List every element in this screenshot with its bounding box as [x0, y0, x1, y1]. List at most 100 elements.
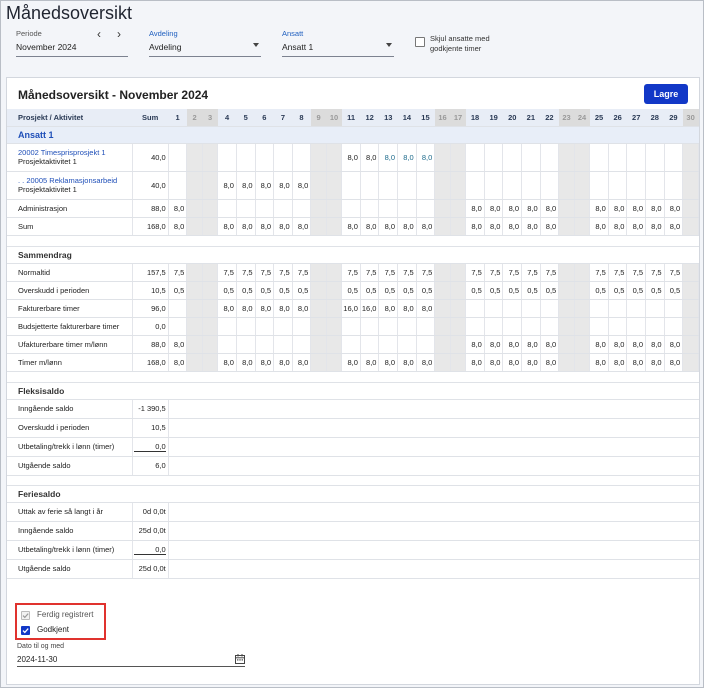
day-cell[interactable]: 7,5 [236, 263, 256, 282]
day-cell[interactable] [416, 317, 436, 336]
day-cell[interactable] [682, 317, 699, 336]
day-cell[interactable]: 8,0 [292, 171, 312, 200]
day-cell[interactable] [217, 143, 237, 172]
day-cell[interactable]: 16,0 [360, 299, 380, 318]
day-cell[interactable] [202, 171, 219, 200]
day-cell[interactable]: 8,0 [416, 353, 436, 372]
day-cell[interactable] [186, 199, 203, 218]
day-cell[interactable] [360, 199, 380, 218]
day-cell[interactable] [540, 143, 560, 172]
day-cell[interactable] [434, 171, 451, 200]
day-cell[interactable] [378, 199, 399, 218]
day-cell[interactable] [360, 335, 380, 354]
day-cell[interactable] [574, 281, 591, 300]
day-cell[interactable]: 7,5 [217, 263, 237, 282]
day-cell[interactable]: 7,5 [465, 263, 485, 282]
day-cell[interactable]: 8,0 [397, 299, 417, 318]
day-cell[interactable] [186, 299, 203, 318]
day-cell[interactable] [574, 353, 591, 372]
day-cell[interactable] [558, 281, 575, 300]
day-cell[interactable] [450, 317, 467, 336]
date-input[interactable]: 2024-11-30 [17, 655, 57, 664]
project-link[interactable]: . . 20005 Reklamasjonsarbeid [18, 176, 132, 185]
day-cell[interactable]: 8,0 [626, 199, 647, 218]
day-cell[interactable] [186, 317, 203, 336]
day-cell[interactable]: 7,5 [292, 263, 312, 282]
day-cell[interactable] [465, 171, 485, 200]
day-cell[interactable] [434, 317, 451, 336]
day-cell[interactable] [217, 317, 237, 336]
day-cell[interactable]: 8,0 [217, 217, 237, 236]
day-cell[interactable] [310, 263, 327, 282]
day-cell[interactable] [682, 171, 699, 200]
day-cell[interactable] [255, 199, 275, 218]
day-cell[interactable] [186, 217, 203, 236]
day-cell[interactable] [168, 143, 188, 172]
day-cell[interactable] [664, 171, 684, 200]
hours-input[interactable]: 0,0 [133, 442, 166, 452]
day-cell[interactable] [682, 263, 699, 282]
day-cell[interactable] [558, 335, 575, 354]
day-cell[interactable] [186, 263, 203, 282]
day-cell[interactable]: 8,0 [397, 143, 417, 172]
day-cell[interactable] [626, 317, 647, 336]
day-cell[interactable] [434, 281, 451, 300]
day-cell[interactable]: 8,0 [484, 335, 504, 354]
day-cell[interactable]: 8,0 [378, 299, 399, 318]
day-cell[interactable]: 8,0 [521, 335, 541, 354]
day-cell[interactable] [341, 335, 361, 354]
day-cell[interactable]: 8,0 [292, 353, 312, 372]
day-cell[interactable]: 8,0 [255, 353, 275, 372]
day-cell[interactable]: 8,0 [397, 217, 417, 236]
day-cell[interactable] [521, 171, 541, 200]
day-cell[interactable]: 8,0 [540, 217, 560, 236]
day-cell[interactable] [558, 263, 575, 282]
day-cell[interactable] [168, 299, 188, 318]
day-cell[interactable]: 8,0 [273, 217, 293, 236]
day-cell[interactable] [502, 299, 523, 318]
day-cell[interactable] [682, 335, 699, 354]
day-cell[interactable]: 8,0 [168, 217, 188, 236]
day-cell[interactable] [574, 335, 591, 354]
day-cell[interactable] [326, 281, 343, 300]
day-cell[interactable]: 8,0 [608, 217, 628, 236]
day-cell[interactable] [326, 353, 343, 372]
day-cell[interactable] [664, 317, 684, 336]
day-cell[interactable] [450, 281, 467, 300]
day-cell[interactable]: 8,0 [168, 199, 188, 218]
day-cell[interactable] [450, 143, 467, 172]
day-cell[interactable] [341, 171, 361, 200]
day-cell[interactable] [397, 335, 417, 354]
day-cell[interactable] [434, 335, 451, 354]
day-cell[interactable]: 8,0 [255, 171, 275, 200]
day-cell[interactable] [202, 317, 219, 336]
day-cell[interactable] [378, 317, 399, 336]
day-cell[interactable]: 8,0 [236, 353, 256, 372]
day-cell[interactable] [255, 143, 275, 172]
day-cell[interactable] [326, 217, 343, 236]
day-cell[interactable]: 7,5 [341, 263, 361, 282]
day-cell[interactable] [645, 143, 665, 172]
day-cell[interactable]: 8,0 [540, 335, 560, 354]
day-cell[interactable]: 8,0 [378, 143, 399, 172]
day-cell[interactable] [326, 317, 343, 336]
day-cell[interactable] [540, 317, 560, 336]
day-cell[interactable] [645, 171, 665, 200]
day-cell[interactable]: 0,5 [465, 281, 485, 300]
day-cell[interactable]: 7,5 [484, 263, 504, 282]
day-cell[interactable] [236, 143, 256, 172]
chevron-down-icon[interactable] [386, 43, 392, 47]
day-cell[interactable]: 7,5 [168, 263, 188, 282]
hours-input[interactable]: 0,0 [133, 545, 166, 555]
day-cell[interactable] [682, 353, 699, 372]
day-cell[interactable]: 0,5 [378, 281, 399, 300]
day-cell[interactable] [273, 317, 293, 336]
day-cell[interactable] [450, 199, 467, 218]
day-cell[interactable]: 8,0 [540, 199, 560, 218]
day-cell[interactable]: 16,0 [341, 299, 361, 318]
day-cell[interactable] [273, 143, 293, 172]
day-cell[interactable]: 8,0 [502, 217, 523, 236]
day-cell[interactable]: 7,5 [626, 263, 647, 282]
day-cell[interactable] [558, 317, 575, 336]
day-cell[interactable]: 8,0 [273, 353, 293, 372]
